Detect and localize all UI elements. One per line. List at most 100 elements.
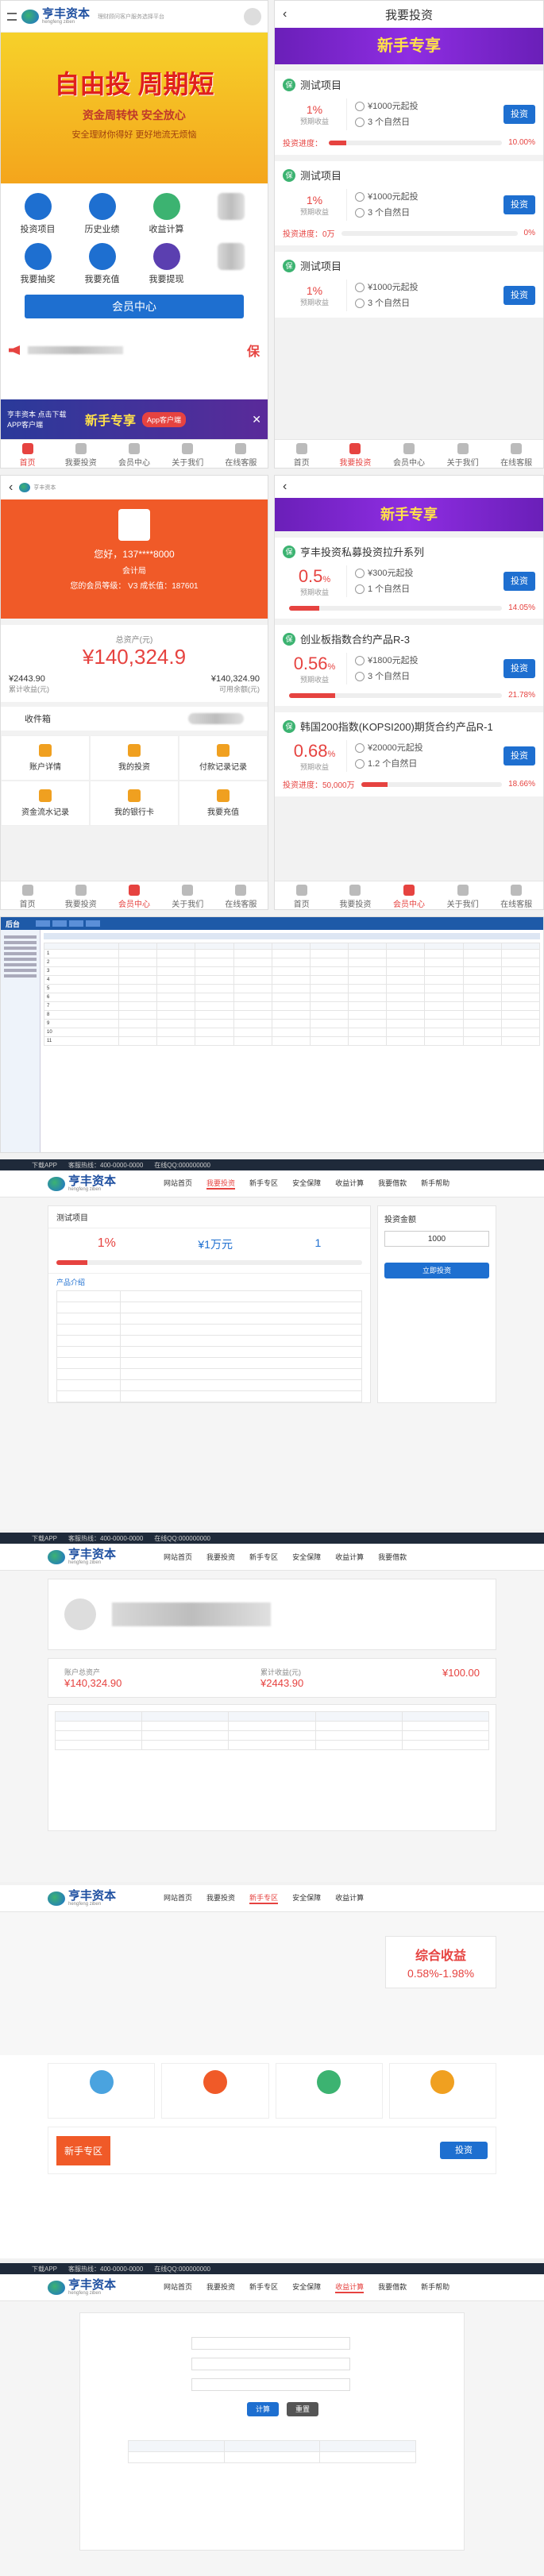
tab-service[interactable]: 在线客服 xyxy=(489,881,543,909)
back-icon[interactable]: ‹ xyxy=(9,480,13,495)
app-promo-bar[interactable]: 亨丰资本 点击下载APP客户端 新手专享 App客户端 ✕ xyxy=(1,399,268,439)
icon-item-calc[interactable]: 收益计算 xyxy=(134,193,199,235)
nav-calc[interactable]: 收益计算 xyxy=(335,2281,365,2293)
nav-calc[interactable]: 收益计算 xyxy=(335,1892,364,1904)
nav-borrow[interactable]: 我要借款 xyxy=(378,1178,407,1190)
tab-member[interactable]: 会员中心 xyxy=(107,440,160,468)
feature-card[interactable] xyxy=(48,2063,156,2119)
feature-card[interactable] xyxy=(275,2063,383,2119)
tab-service[interactable]: 在线客服 xyxy=(214,881,268,909)
calc-field[interactable] xyxy=(191,2358,350,2370)
icon-item-history[interactable]: 历史业绩 xyxy=(70,193,134,235)
product-card[interactable]: 保测试项目 1% 预期收益 ¥1000元起投 3 个自然日 投资 xyxy=(275,252,543,318)
nav-invest[interactable]: 我要投资 xyxy=(206,2281,235,2293)
invest-button[interactable]: 投资 xyxy=(503,659,535,678)
table-row[interactable]: 6 xyxy=(43,993,541,1002)
tab-member[interactable]: 会员中心 xyxy=(382,881,436,909)
invest-amount-input[interactable]: 1000 xyxy=(384,1231,489,1247)
grid-payment-log[interactable]: 付款记录记录 xyxy=(179,735,268,781)
nav-invest[interactable]: 我要投资 xyxy=(206,1892,235,1904)
tab-home[interactable]: 首页 xyxy=(1,881,54,909)
member-center-button[interactable]: 会员中心 xyxy=(25,295,244,318)
grid-funds-log[interactable]: 资金流水记录 xyxy=(1,781,90,826)
nav-borrow[interactable]: 我要借款 xyxy=(378,2281,407,2293)
product-card[interactable]: 保创业板指数合约产品R-3 0.56% 预期收益 ¥1800元起投 3 个自然日 投资 21… xyxy=(275,625,543,706)
tab-invest[interactable]: 我要投资 xyxy=(329,440,383,468)
nav-safety[interactable]: 安全保障 xyxy=(292,1552,321,1562)
toolbar-icon[interactable] xyxy=(52,920,68,927)
tab-member[interactable]: 会员中心 xyxy=(107,881,160,909)
tab-home[interactable]: 首页 xyxy=(275,881,329,909)
grid-account[interactable]: 账户详情 xyxy=(1,735,90,781)
table-row[interactable]: 2 xyxy=(43,958,541,967)
tab-invest[interactable]: 我要投资 xyxy=(54,440,107,468)
nav-home[interactable]: 网站首页 xyxy=(164,1892,192,1904)
reset-button[interactable]: 重置 xyxy=(287,2402,318,2416)
table-row[interactable]: 9 xyxy=(43,1019,541,1028)
tab-member[interactable]: 会员中心 xyxy=(382,440,436,468)
product-card[interactable]: 保测试项目 1% 预期收益 ¥1000元起投 3 个自然日 投资 投资进度：0万 0% xyxy=(275,161,543,245)
grid-bank-card[interactable]: 我的银行卡 xyxy=(90,781,179,826)
grid-recharge[interactable]: 我要充值 xyxy=(179,781,268,826)
invest-button[interactable]: 投资 xyxy=(503,195,535,214)
avatar-icon[interactable] xyxy=(244,7,261,25)
invest-now-button[interactable]: 立即投资 xyxy=(384,1263,489,1278)
tab-about[interactable]: 关于我们 xyxy=(161,440,214,468)
feature-card[interactable] xyxy=(161,2063,269,2119)
nav-invest[interactable]: 我要投资 xyxy=(206,1178,236,1190)
invest-button[interactable]: 投资 xyxy=(503,746,535,765)
table-row[interactable]: 10 xyxy=(43,1028,541,1037)
table-row[interactable]: 8 xyxy=(43,1010,541,1020)
nav-safety[interactable]: 安全保障 xyxy=(292,1892,321,1904)
product-card[interactable]: 保亨丰投资私募投资拉升系列 0.5% 预期收益 ¥300元起投 1 个自然日 投资 14.0… xyxy=(275,538,543,619)
grid-my-invest[interactable]: 我的投资 xyxy=(90,735,179,781)
nav-newbie[interactable]: 新手专区 xyxy=(249,1178,278,1190)
feature-card[interactable] xyxy=(388,2063,496,2119)
nav-help[interactable]: 新手帮助 xyxy=(421,1178,449,1190)
toolbar-icon[interactable] xyxy=(69,920,84,927)
tab-home[interactable]: 首页 xyxy=(275,440,329,468)
nav-home[interactable]: 网站首页 xyxy=(164,2281,192,2293)
nav-safety[interactable]: 安全保障 xyxy=(292,2281,321,2293)
newbie-banner[interactable]: 新手专享 xyxy=(275,498,543,531)
newbie-invest-button[interactable]: 投资 xyxy=(440,2142,488,2159)
nav-safety[interactable]: 安全保障 xyxy=(292,1178,321,1190)
product-card[interactable]: 保测试项目 1% 预期收益 ¥1000元起投 3 个自然日 投资 投资进度： 10.00% xyxy=(275,71,543,155)
invest-button[interactable]: 投资 xyxy=(503,572,535,591)
icon-item-lottery[interactable]: 我要抽奖 xyxy=(6,243,70,285)
table-row[interactable]: 1 xyxy=(43,949,541,958)
promo-button[interactable]: App客户端 xyxy=(142,411,187,427)
nav-help[interactable]: 新手帮助 xyxy=(421,2281,449,2293)
menu-icon[interactable] xyxy=(7,12,17,21)
nav-calc[interactable]: 收益计算 xyxy=(335,1552,364,1562)
tab-invest[interactable]: 我要投资 xyxy=(54,881,107,909)
product-card[interactable]: 保韩国200指数(KOPSI200)期货合约产品R-1 0.68% 预期收益 ¥200… xyxy=(275,712,543,796)
tab-invest[interactable]: 我要投资 xyxy=(329,881,383,909)
back-icon[interactable]: ‹ xyxy=(283,480,287,494)
calc-field[interactable] xyxy=(191,2337,350,2350)
icon-item-withdraw[interactable]: 我要提现 xyxy=(134,243,199,285)
table-row[interactable]: 5 xyxy=(43,984,541,993)
table-row[interactable]: 7 xyxy=(43,1001,541,1011)
icon-item-hidden[interactable] xyxy=(199,193,263,235)
close-icon[interactable]: ✕ xyxy=(252,413,261,426)
nav-home[interactable]: 网站首页 xyxy=(164,1178,192,1190)
calc-field[interactable] xyxy=(191,2378,350,2391)
invest-button[interactable]: 投资 xyxy=(503,286,535,305)
nav-borrow[interactable]: 我要借款 xyxy=(378,1552,407,1562)
avatar[interactable] xyxy=(118,509,150,541)
table-row[interactable]: 3 xyxy=(43,966,541,976)
nav-newbie[interactable]: 新手专区 xyxy=(249,1552,278,1562)
nav-invest[interactable]: 我要投资 xyxy=(206,1552,235,1562)
back-icon[interactable]: ‹ xyxy=(283,7,287,21)
icon-item-recharge[interactable]: 我要充值 xyxy=(70,243,134,285)
invest-button[interactable]: 投资 xyxy=(503,105,535,124)
tab-about[interactable]: 关于我们 xyxy=(436,440,490,468)
newbie-banner[interactable]: 新手专享 xyxy=(275,28,543,64)
tab-home[interactable]: 首页 xyxy=(1,440,54,468)
home-banner[interactable]: 自由投 周期短 资金周转快 安全放心 安全理财你得好 更好地流无烦恼 xyxy=(1,33,268,183)
tab-about[interactable]: 关于我们 xyxy=(161,881,214,909)
tab-service[interactable]: 在线客服 xyxy=(489,440,543,468)
nav-home[interactable]: 网站首页 xyxy=(164,1552,192,1562)
table-row[interactable]: 4 xyxy=(43,975,541,985)
